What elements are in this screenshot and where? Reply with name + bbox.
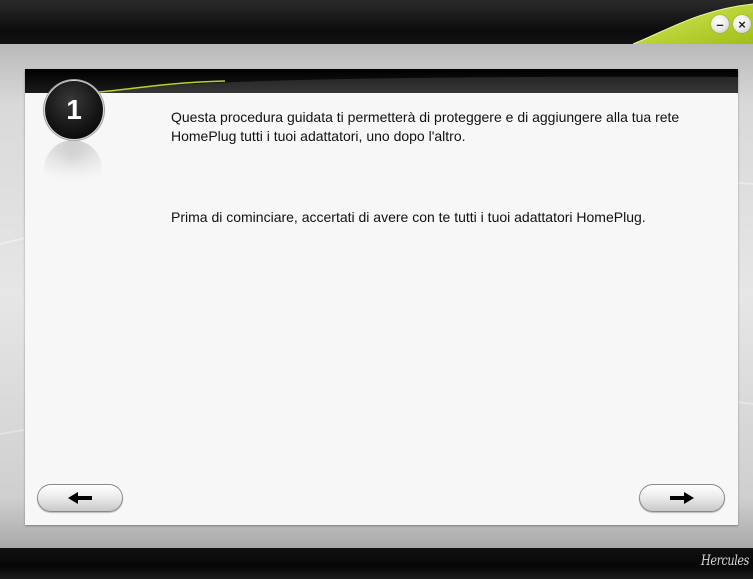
- next-button[interactable]: [639, 484, 725, 512]
- intro-paragraph: Questa procedura guidata ti permetterà d…: [171, 109, 680, 144]
- minimize-button[interactable]: –: [711, 15, 729, 33]
- arrow-right-icon: [670, 492, 694, 504]
- close-button[interactable]: ×: [733, 15, 751, 33]
- accent-swoosh: [632, 3, 753, 44]
- step-number-badge: 1: [44, 80, 104, 140]
- close-icon: ×: [738, 16, 746, 32]
- step-indicator: 1: [44, 80, 104, 200]
- back-button[interactable]: [37, 484, 123, 512]
- step-badge-reflection: [44, 140, 102, 198]
- arrow-left-icon: [68, 492, 92, 504]
- prerequisite-paragraph: Prima di cominciare, accertati di avere …: [171, 209, 646, 225]
- title-bar: – ×: [0, 0, 753, 44]
- footer-bar: [0, 548, 753, 579]
- brand-logo: Hercules: [701, 553, 749, 569]
- minimize-icon: –: [716, 16, 724, 32]
- panel-header-swoosh: [84, 76, 738, 93]
- panel-header: [25, 69, 738, 93]
